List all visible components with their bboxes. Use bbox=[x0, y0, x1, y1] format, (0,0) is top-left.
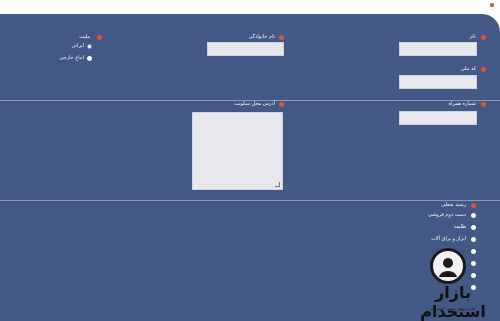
required-indicator bbox=[97, 35, 102, 40]
watermark-subtitle: نیازمندیهای شغلی استخدام bbox=[430, 306, 476, 311]
nationality-option-foreign-radio[interactable] bbox=[87, 56, 92, 61]
last-name-input[interactable] bbox=[207, 42, 284, 56]
last-name-label: نام خانوادگی bbox=[248, 34, 275, 40]
job-option-radio[interactable] bbox=[471, 213, 476, 218]
mobile-label: شماره همراه bbox=[448, 101, 476, 107]
job-category-label: رسته شغلی bbox=[441, 202, 466, 208]
top-corner-marker bbox=[490, 3, 494, 7]
job-search-icon bbox=[430, 248, 466, 284]
national-code-label: کد ملی bbox=[460, 66, 476, 72]
address-label: آدرس محل سکونت bbox=[234, 101, 275, 107]
nationality-option-label: اتباع خارجی bbox=[59, 55, 84, 61]
nationality-label: ملیت bbox=[79, 34, 90, 40]
national-code-input[interactable] bbox=[399, 75, 477, 89]
resize-handle-icon[interactable] bbox=[275, 182, 280, 187]
job-option-radio[interactable] bbox=[471, 237, 476, 242]
section-divider bbox=[0, 200, 500, 201]
required-indicator bbox=[481, 67, 486, 72]
required-indicator bbox=[471, 203, 476, 208]
nationality-option-iranian-radio[interactable] bbox=[87, 44, 92, 49]
address-textarea[interactable] bbox=[192, 112, 283, 190]
watermark-title: بازار استخدام bbox=[420, 283, 486, 321]
first-name-label: نام bbox=[469, 34, 476, 40]
required-indicator bbox=[481, 35, 486, 40]
watermark-logo: بازار استخدام نیازمندیهای شغلی استخدام bbox=[408, 243, 498, 321]
required-indicator bbox=[279, 102, 284, 107]
job-option-label: طلیفه bbox=[453, 224, 466, 230]
nationality-option-label: ایرانی bbox=[71, 43, 85, 49]
mobile-input[interactable] bbox=[399, 111, 477, 125]
required-indicator bbox=[481, 102, 486, 107]
job-option-label: دست دوم فروشی bbox=[427, 212, 466, 218]
job-option-radio[interactable] bbox=[471, 225, 476, 230]
required-indicator bbox=[279, 35, 284, 40]
job-option-label: ابزار و یراق آلات bbox=[431, 236, 466, 242]
first-name-input[interactable] bbox=[399, 42, 477, 56]
